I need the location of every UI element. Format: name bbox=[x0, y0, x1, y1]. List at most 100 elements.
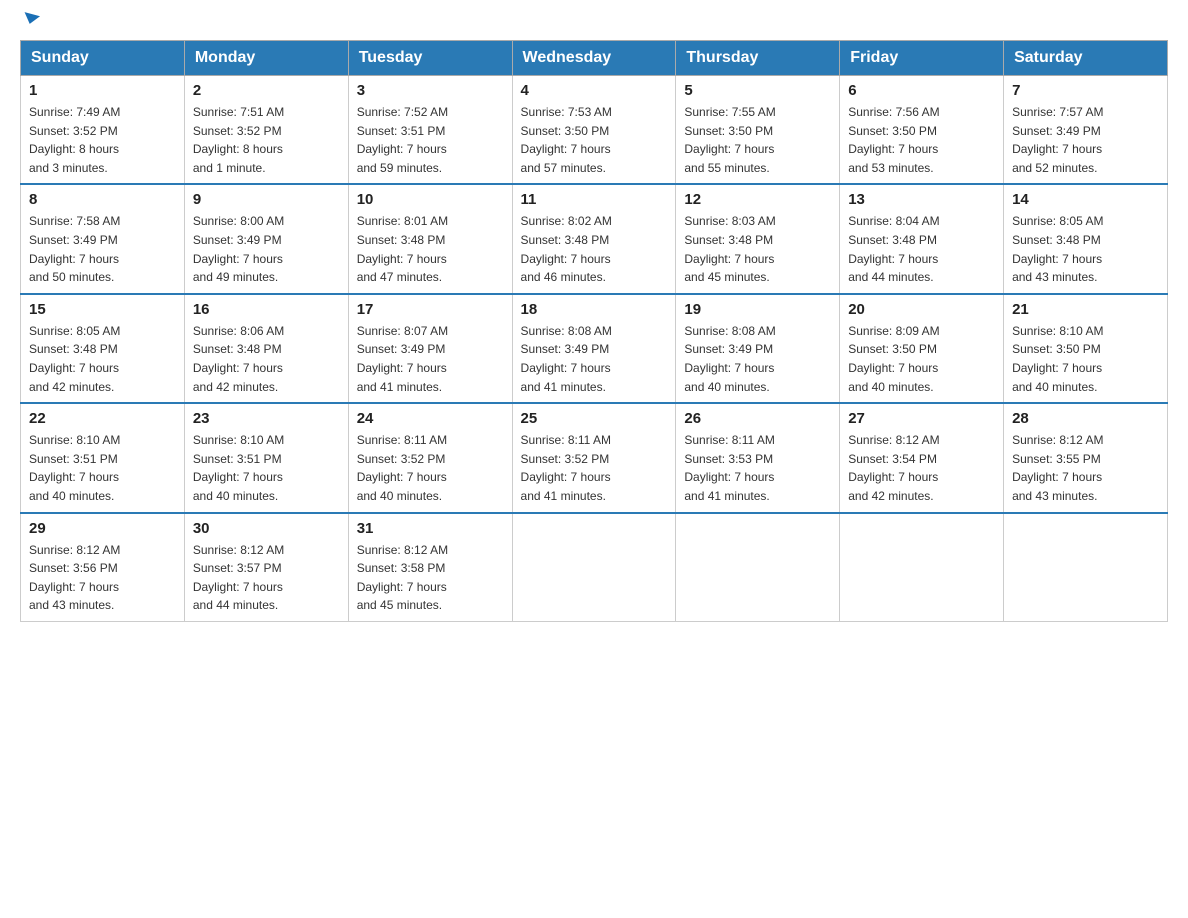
calendar-cell: 31 Sunrise: 8:12 AMSunset: 3:58 PMDaylig… bbox=[348, 513, 512, 622]
day-info: Sunrise: 8:11 AMSunset: 3:52 PMDaylight:… bbox=[521, 433, 612, 503]
day-number: 9 bbox=[193, 191, 340, 208]
calendar-cell: 27 Sunrise: 8:12 AMSunset: 3:54 PMDaylig… bbox=[840, 403, 1004, 512]
calendar-cell: 16 Sunrise: 8:06 AMSunset: 3:48 PMDaylig… bbox=[184, 294, 348, 403]
calendar-cell: 5 Sunrise: 7:55 AMSunset: 3:50 PMDayligh… bbox=[676, 76, 840, 185]
day-number: 18 bbox=[521, 301, 668, 318]
calendar-cell: 14 Sunrise: 8:05 AMSunset: 3:48 PMDaylig… bbox=[1004, 184, 1168, 293]
day-number: 31 bbox=[357, 520, 504, 537]
day-number: 4 bbox=[521, 82, 668, 99]
day-number: 3 bbox=[357, 82, 504, 99]
day-info: Sunrise: 8:02 AMSunset: 3:48 PMDaylight:… bbox=[521, 214, 612, 284]
calendar-cell: 9 Sunrise: 8:00 AMSunset: 3:49 PMDayligh… bbox=[184, 184, 348, 293]
day-number: 14 bbox=[1012, 191, 1159, 208]
calendar-cell: 3 Sunrise: 7:52 AMSunset: 3:51 PMDayligh… bbox=[348, 76, 512, 185]
day-number: 23 bbox=[193, 410, 340, 427]
calendar-cell: 11 Sunrise: 8:02 AMSunset: 3:48 PMDaylig… bbox=[512, 184, 676, 293]
day-info: Sunrise: 8:11 AMSunset: 3:53 PMDaylight:… bbox=[684, 433, 775, 503]
day-info: Sunrise: 8:12 AMSunset: 3:54 PMDaylight:… bbox=[848, 433, 939, 503]
day-info: Sunrise: 8:10 AMSunset: 3:50 PMDaylight:… bbox=[1012, 324, 1103, 394]
day-info: Sunrise: 8:01 AMSunset: 3:48 PMDaylight:… bbox=[357, 214, 448, 284]
calendar-cell: 10 Sunrise: 8:01 AMSunset: 3:48 PMDaylig… bbox=[348, 184, 512, 293]
day-number: 13 bbox=[848, 191, 995, 208]
calendar-cell: 28 Sunrise: 8:12 AMSunset: 3:55 PMDaylig… bbox=[1004, 403, 1168, 512]
calendar-cell: 18 Sunrise: 8:08 AMSunset: 3:49 PMDaylig… bbox=[512, 294, 676, 403]
calendar-cell: 25 Sunrise: 8:11 AMSunset: 3:52 PMDaylig… bbox=[512, 403, 676, 512]
day-number: 19 bbox=[684, 301, 831, 318]
day-info: Sunrise: 8:00 AMSunset: 3:49 PMDaylight:… bbox=[193, 214, 284, 284]
day-info: Sunrise: 8:03 AMSunset: 3:48 PMDaylight:… bbox=[684, 214, 775, 284]
day-number: 2 bbox=[193, 82, 340, 99]
weekday-header-friday: Friday bbox=[840, 41, 1004, 76]
weekday-header-tuesday: Tuesday bbox=[348, 41, 512, 76]
day-info: Sunrise: 8:12 AMSunset: 3:58 PMDaylight:… bbox=[357, 543, 448, 613]
day-info: Sunrise: 7:55 AMSunset: 3:50 PMDaylight:… bbox=[684, 105, 775, 175]
calendar-cell: 2 Sunrise: 7:51 AMSunset: 3:52 PMDayligh… bbox=[184, 76, 348, 185]
logo bbox=[20, 20, 39, 24]
calendar-cell: 8 Sunrise: 7:58 AMSunset: 3:49 PMDayligh… bbox=[21, 184, 185, 293]
day-info: Sunrise: 8:06 AMSunset: 3:48 PMDaylight:… bbox=[193, 324, 284, 394]
calendar-cell: 6 Sunrise: 7:56 AMSunset: 3:50 PMDayligh… bbox=[840, 76, 1004, 185]
logo-arrow-icon bbox=[23, 14, 39, 24]
day-number: 5 bbox=[684, 82, 831, 99]
calendar-table: SundayMondayTuesdayWednesdayThursdayFrid… bbox=[20, 40, 1168, 622]
day-number: 28 bbox=[1012, 410, 1159, 427]
day-number: 16 bbox=[193, 301, 340, 318]
calendar-cell: 26 Sunrise: 8:11 AMSunset: 3:53 PMDaylig… bbox=[676, 403, 840, 512]
day-info: Sunrise: 7:58 AMSunset: 3:49 PMDaylight:… bbox=[29, 214, 120, 284]
calendar-cell: 23 Sunrise: 8:10 AMSunset: 3:51 PMDaylig… bbox=[184, 403, 348, 512]
calendar-cell: 7 Sunrise: 7:57 AMSunset: 3:49 PMDayligh… bbox=[1004, 76, 1168, 185]
day-number: 26 bbox=[684, 410, 831, 427]
calendar-cell: 12 Sunrise: 8:03 AMSunset: 3:48 PMDaylig… bbox=[676, 184, 840, 293]
calendar-cell: 1 Sunrise: 7:49 AMSunset: 3:52 PMDayligh… bbox=[21, 76, 185, 185]
day-number: 11 bbox=[521, 191, 668, 208]
calendar-week-row: 15 Sunrise: 8:05 AMSunset: 3:48 PMDaylig… bbox=[21, 294, 1168, 403]
calendar-cell bbox=[1004, 513, 1168, 622]
weekday-header-thursday: Thursday bbox=[676, 41, 840, 76]
day-number: 6 bbox=[848, 82, 995, 99]
day-info: Sunrise: 7:57 AMSunset: 3:49 PMDaylight:… bbox=[1012, 105, 1103, 175]
calendar-cell bbox=[840, 513, 1004, 622]
day-number: 12 bbox=[684, 191, 831, 208]
day-info: Sunrise: 8:10 AMSunset: 3:51 PMDaylight:… bbox=[193, 433, 284, 503]
day-info: Sunrise: 7:52 AMSunset: 3:51 PMDaylight:… bbox=[357, 105, 448, 175]
calendar-cell: 29 Sunrise: 8:12 AMSunset: 3:56 PMDaylig… bbox=[21, 513, 185, 622]
day-number: 22 bbox=[29, 410, 176, 427]
day-number: 10 bbox=[357, 191, 504, 208]
day-info: Sunrise: 7:56 AMSunset: 3:50 PMDaylight:… bbox=[848, 105, 939, 175]
weekday-header-wednesday: Wednesday bbox=[512, 41, 676, 76]
day-info: Sunrise: 8:09 AMSunset: 3:50 PMDaylight:… bbox=[848, 324, 939, 394]
calendar-cell bbox=[676, 513, 840, 622]
day-info: Sunrise: 7:53 AMSunset: 3:50 PMDaylight:… bbox=[521, 105, 612, 175]
day-number: 17 bbox=[357, 301, 504, 318]
day-number: 30 bbox=[193, 520, 340, 537]
calendar-cell: 20 Sunrise: 8:09 AMSunset: 3:50 PMDaylig… bbox=[840, 294, 1004, 403]
calendar-cell: 24 Sunrise: 8:11 AMSunset: 3:52 PMDaylig… bbox=[348, 403, 512, 512]
weekday-header-monday: Monday bbox=[184, 41, 348, 76]
calendar-cell: 13 Sunrise: 8:04 AMSunset: 3:48 PMDaylig… bbox=[840, 184, 1004, 293]
calendar-week-row: 1 Sunrise: 7:49 AMSunset: 3:52 PMDayligh… bbox=[21, 76, 1168, 185]
calendar-week-row: 29 Sunrise: 8:12 AMSunset: 3:56 PMDaylig… bbox=[21, 513, 1168, 622]
calendar-cell: 15 Sunrise: 8:05 AMSunset: 3:48 PMDaylig… bbox=[21, 294, 185, 403]
day-number: 1 bbox=[29, 82, 176, 99]
day-info: Sunrise: 8:12 AMSunset: 3:57 PMDaylight:… bbox=[193, 543, 284, 613]
day-info: Sunrise: 8:07 AMSunset: 3:49 PMDaylight:… bbox=[357, 324, 448, 394]
day-number: 15 bbox=[29, 301, 176, 318]
day-number: 21 bbox=[1012, 301, 1159, 318]
day-info: Sunrise: 7:49 AMSunset: 3:52 PMDaylight:… bbox=[29, 105, 120, 175]
calendar-week-row: 8 Sunrise: 7:58 AMSunset: 3:49 PMDayligh… bbox=[21, 184, 1168, 293]
day-info: Sunrise: 8:11 AMSunset: 3:52 PMDaylight:… bbox=[357, 433, 448, 503]
day-number: 24 bbox=[357, 410, 504, 427]
calendar-cell bbox=[512, 513, 676, 622]
day-info: Sunrise: 8:05 AMSunset: 3:48 PMDaylight:… bbox=[29, 324, 120, 394]
page-header bbox=[20, 20, 1168, 24]
day-number: 29 bbox=[29, 520, 176, 537]
day-info: Sunrise: 8:10 AMSunset: 3:51 PMDaylight:… bbox=[29, 433, 120, 503]
day-number: 25 bbox=[521, 410, 668, 427]
calendar-cell: 21 Sunrise: 8:10 AMSunset: 3:50 PMDaylig… bbox=[1004, 294, 1168, 403]
day-number: 8 bbox=[29, 191, 176, 208]
day-info: Sunrise: 8:08 AMSunset: 3:49 PMDaylight:… bbox=[521, 324, 612, 394]
calendar-cell: 19 Sunrise: 8:08 AMSunset: 3:49 PMDaylig… bbox=[676, 294, 840, 403]
calendar-cell: 22 Sunrise: 8:10 AMSunset: 3:51 PMDaylig… bbox=[21, 403, 185, 512]
weekday-header-saturday: Saturday bbox=[1004, 41, 1168, 76]
weekday-header-sunday: Sunday bbox=[21, 41, 185, 76]
